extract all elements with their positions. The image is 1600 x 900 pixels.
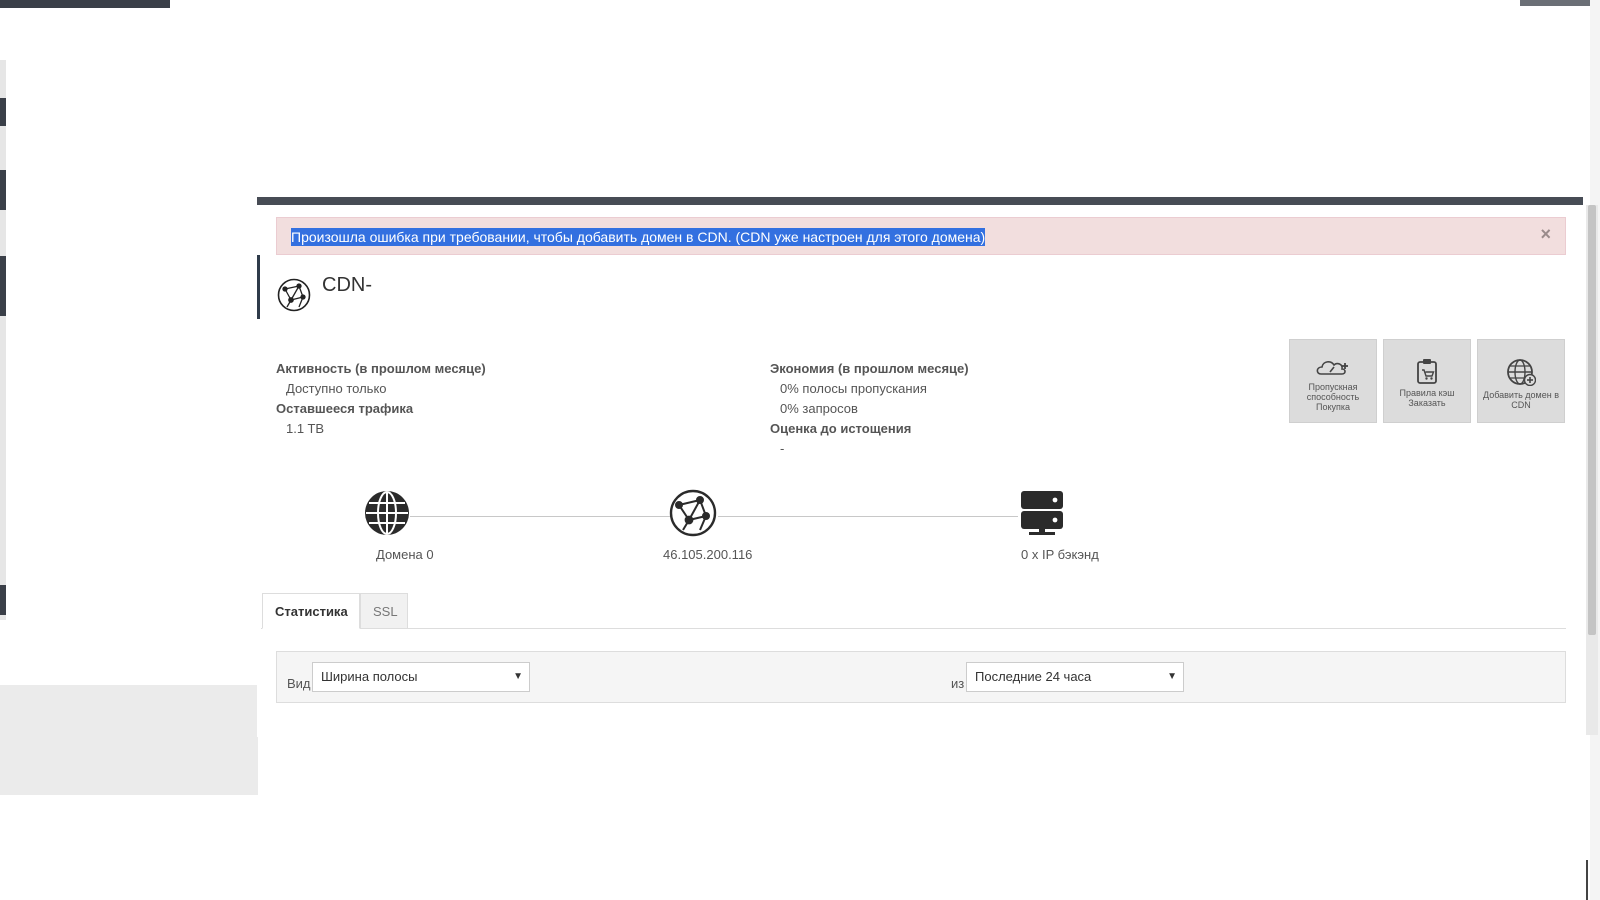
tabs-divider [261, 628, 1566, 629]
background-sidebar-edge [0, 60, 6, 620]
savings-requests-value: 0% запросов [780, 401, 858, 416]
order-cache-rules-button[interactable]: Правила кэш Заказать [1383, 339, 1471, 423]
error-alert: Произошла ошибка при требовании, чтобы д… [276, 217, 1566, 255]
error-alert-message: Произошла ошибка при требовании, чтобы д… [291, 228, 986, 246]
globe-icon [365, 491, 409, 535]
topology-link-1 [410, 516, 672, 517]
view-label: Вид [287, 676, 311, 691]
domains-count-label: Домена 0 [376, 547, 434, 562]
remaining-traffic-label: Оставшееся трафика [276, 401, 414, 416]
cloud-speed-icon [1316, 361, 1348, 375]
estimate-value: - [780, 441, 785, 456]
panel-left-accent [257, 255, 260, 319]
globe-plus-icon [1507, 359, 1536, 386]
view-select[interactable]: Ширина полосы ▼ [312, 662, 530, 692]
tab-ssl[interactable]: SSL [360, 593, 408, 629]
panel-scrollbar[interactable] [1586, 205, 1598, 735]
background-window-strip [0, 0, 170, 8]
chevron-down-icon: ▼ [1167, 671, 1177, 682]
activity-value: Доступно только [286, 381, 387, 396]
estimate-label: Оценка до истощения [770, 421, 912, 436]
order-cache-rules-label: Правила кэш Заказать [1399, 388, 1455, 408]
view-select-value: Ширина полосы [321, 669, 418, 684]
panel-header-bar [257, 197, 1583, 205]
buy-bandwidth-button[interactable]: Пропускная способность Покупка [1289, 339, 1377, 423]
tab-statistics[interactable]: Статистика [262, 593, 360, 629]
buy-bandwidth-label: Пропускная способность Покупка [1306, 382, 1360, 412]
scrollbar-thumb[interactable] [1588, 205, 1596, 635]
savings-bandwidth-value: 0% полосы пропускания [780, 381, 927, 396]
remaining-traffic-value: 1.1 TB [286, 421, 325, 436]
add-domain-to-cdn-label: Добавить домен в CDN [1483, 390, 1559, 410]
backend-ip-label: 0 x IP бэкэнд [1021, 547, 1099, 562]
background-right-line [1586, 860, 1588, 900]
period-label: из [951, 676, 965, 691]
activity-label: Активность (в прошлом месяце) [276, 361, 486, 376]
server-icon [1021, 491, 1063, 535]
close-icon[interactable]: × [1540, 224, 1551, 245]
cdn-ip-label: 46.105.200.116 [663, 547, 753, 562]
savings-label: Экономия (в прошлом месяце) [770, 361, 969, 376]
add-domain-to-cdn-button[interactable]: Добавить домен в CDN [1477, 339, 1565, 423]
chevron-down-icon: ▼ [513, 671, 523, 682]
cdn-node-icon [669, 489, 717, 537]
chart-filter-bar: Вид Ширина полосы ▼ из Последние 24 часа… [276, 651, 1566, 703]
page-title: CDN- [322, 274, 372, 296]
background-page-area [0, 685, 258, 795]
cdn-network-icon [277, 278, 311, 312]
clipboard-cart-icon [1417, 359, 1437, 384]
topology-link-2 [718, 516, 1018, 517]
background-window-strip-right [1520, 0, 1600, 6]
period-select-value: Последние 24 часа [975, 669, 1092, 684]
period-select[interactable]: Последние 24 часа ▼ [966, 662, 1184, 692]
